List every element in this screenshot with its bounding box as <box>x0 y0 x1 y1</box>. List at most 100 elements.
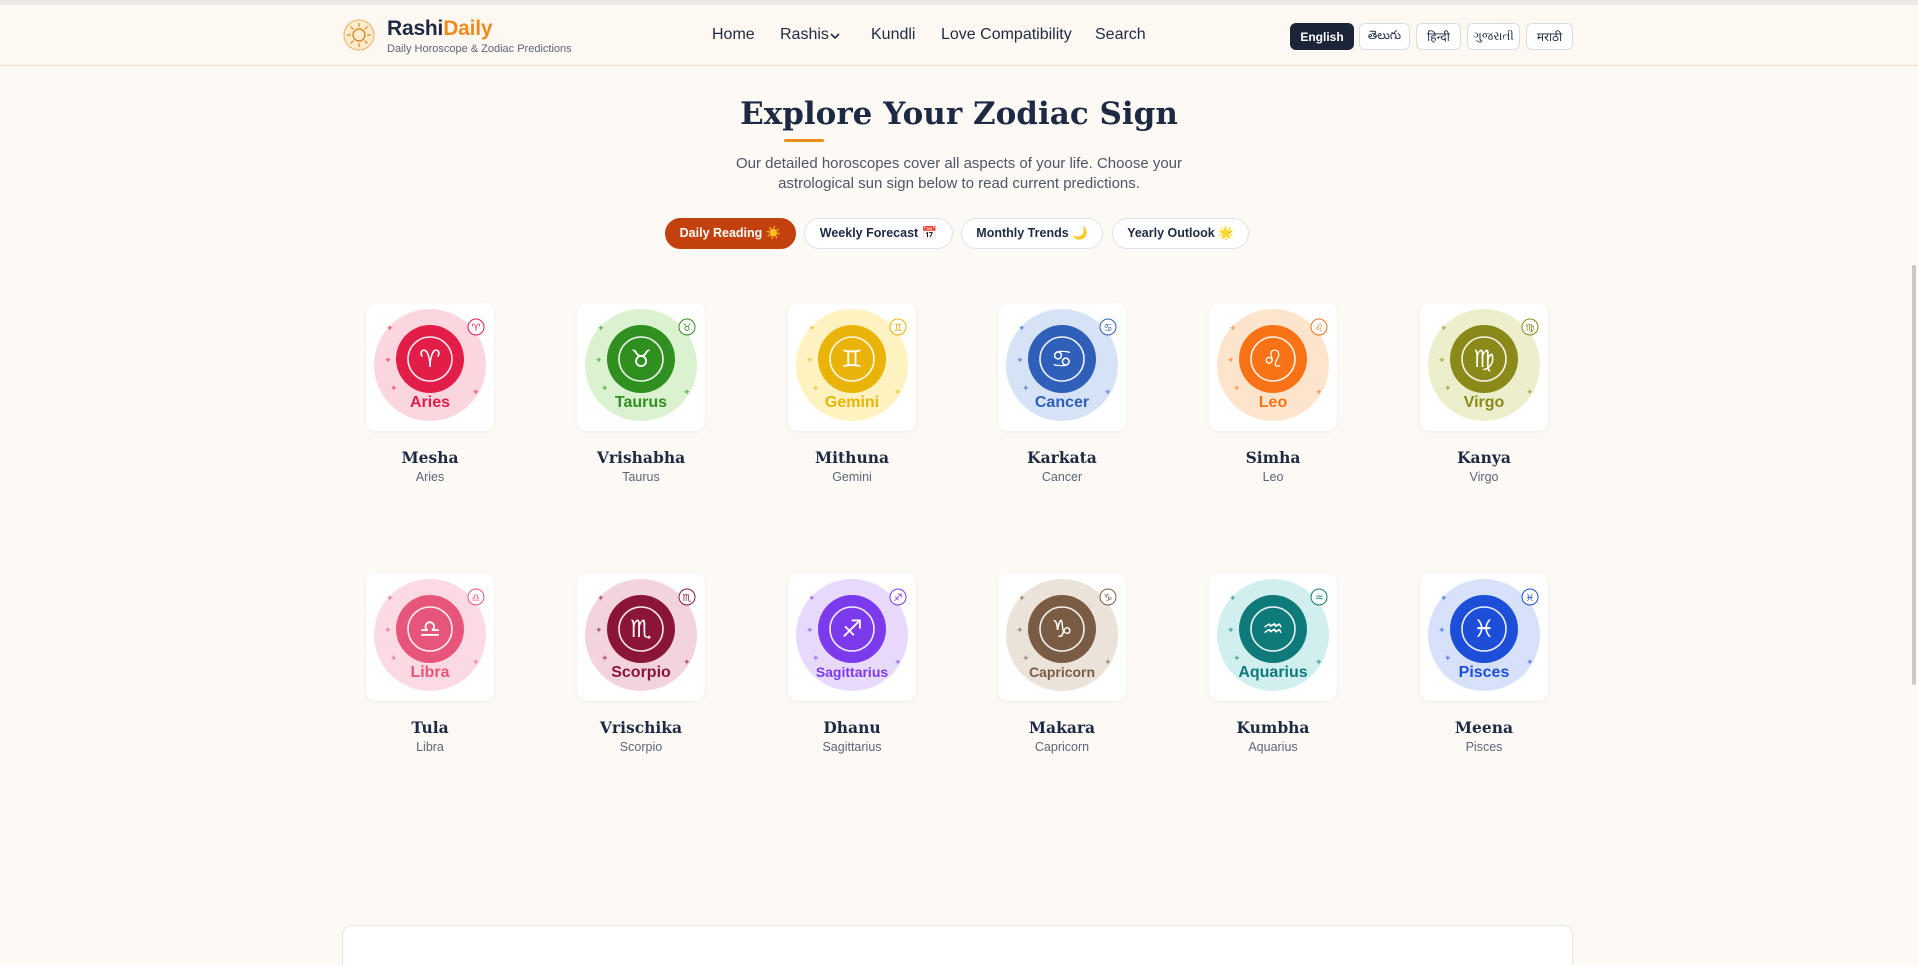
svg-text:✦: ✦ <box>812 654 820 664</box>
zodiac-card-capricorn[interactable]: ♑ ♑ Capricorn ✦ ✦ ✦ ✦ Makara Capricorn <box>986 573 1136 783</box>
svg-text:♉: ♉ <box>683 323 692 334</box>
zodiac-tile[interactable]: ♊ ♊ Gemini ✦ ✦ ✦ ✦ <box>788 303 916 431</box>
sign-english-name: Aquarius <box>1248 740 1298 754</box>
nav-search[interactable]: Search <box>1095 26 1146 44</box>
scales-icon: ♎ ♎ Libra ✦ ✦ ✦ ✦ <box>374 579 486 691</box>
water-bearer-icon: ♒♒Aquarius✦✦ ✦✦ <box>1217 579 1329 691</box>
lang-marathi[interactable]: मराठी <box>1526 23 1573 50</box>
zodiac-card-aquarius[interactable]: ♒ ♒ Aquarius ✦ ✦ ✦ ✦ Kumbha Aquarius <box>1197 573 1347 783</box>
zodiac-card-libra[interactable]: ♎ ♎ Libra ✦ ✦ ✦ ✦ Tula Libra <box>354 573 504 783</box>
sign-english-name: Taurus <box>622 470 660 484</box>
zodiac-tile[interactable]: ♑ ♑ Capricorn ✦ ✦ ✦ ✦ <box>998 573 1126 701</box>
zodiac-card-pisces[interactable]: ♓ ♓ Pisces ✦ ✦ ✦ ✦ Meena Pisces <box>1408 573 1558 783</box>
nav-home[interactable]: Home <box>712 26 755 44</box>
svg-text:Gemini: Gemini <box>825 394 879 411</box>
zodiac-card-gemini[interactable]: ♊ ♊ Gemini ✦ ✦ ✦ ✦ Mithuna Gemini <box>776 303 926 513</box>
svg-text:Leo: Leo <box>1259 394 1288 411</box>
zodiac-card-sagittarius[interactable]: ♐ ♐ Sagittarius ✦ ✦ ✦ ✦ Dhanu Sagittarius <box>776 573 926 783</box>
svg-text:♒: ♒ <box>1262 615 1284 643</box>
sign-name[interactable]: Kumbha <box>1197 718 1349 737</box>
scrollbar[interactable] <box>1912 265 1916 685</box>
sign-name[interactable]: Vrischika <box>565 718 717 737</box>
sign-name[interactable]: Simha <box>1197 448 1349 467</box>
sign-english-name: Virgo <box>1469 470 1499 484</box>
svg-text:♐: ♐ <box>841 615 863 643</box>
svg-text:✦: ✦ <box>1104 388 1112 398</box>
section-title: Explore Your Zodiac Sign <box>740 96 1178 132</box>
nav-kundli[interactable]: Kundli <box>871 26 915 44</box>
content-card <box>342 925 1573 965</box>
lang-english[interactable]: English <box>1290 23 1354 50</box>
filter-daily-reading[interactable]: Daily Reading ☀️ <box>665 218 796 249</box>
filter-yearly-outlook[interactable]: Yearly Outlook 🌟 <box>1112 218 1249 249</box>
zodiac-tile[interactable]: ♓ ♓ Pisces ✦ ✦ ✦ ✦ <box>1420 573 1548 701</box>
svg-text:♑: ♑ <box>1104 593 1113 604</box>
svg-text:✦: ✦ <box>601 654 609 664</box>
sign-name[interactable]: Kanya <box>1408 448 1560 467</box>
svg-text:✦: ✦ <box>1526 658 1534 668</box>
zodiac-card-aries[interactable]: ♈ ♈ Aries ✦ ✦ ✦ ✦ Mesha Aries <box>354 303 504 513</box>
svg-text:Scorpio: Scorpio <box>611 664 671 681</box>
svg-text:✦: ✦ <box>472 658 480 668</box>
zodiac-card-leo[interactable]: ♌ ♌ Leo ✦ ✦ ✦ ✦ Simha Leo <box>1197 303 1347 513</box>
nav-love-compatibility[interactable]: Love Compatibility <box>941 26 1072 44</box>
sign-name[interactable]: Makara <box>986 718 1138 737</box>
ram-icon: ♈ ♈ Aries ✦ ✦ ✦ ✦ <box>374 309 486 421</box>
zodiac-tile[interactable]: ♈ ♈ Aries ✦ ✦ ✦ ✦ <box>366 303 494 431</box>
svg-text:✦: ✦ <box>1233 654 1241 664</box>
zodiac-card-scorpio[interactable]: ♏ ♏ Scorpio ✦ ✦ ✦ ✦ Vrischika Scorpio <box>565 573 715 783</box>
sign-name[interactable]: Karkata <box>986 448 1138 467</box>
sign-name[interactable]: Tula <box>354 718 506 737</box>
sign-name[interactable]: Vrishabha <box>565 448 717 467</box>
zodiac-tile[interactable]: ♍ ♍ Virgo ✦ ✦ ✦ ✦ <box>1420 303 1548 431</box>
sun-logo-icon[interactable] <box>343 19 375 51</box>
sign-name[interactable]: Meena <box>1408 718 1560 737</box>
zodiac-tile[interactable]: ♌ ♌ Leo ✦ ✦ ✦ ✦ <box>1209 303 1337 431</box>
zodiac-card-virgo[interactable]: ♍ ♍ Virgo ✦ ✦ ✦ ✦ Kanya Virgo <box>1408 303 1558 513</box>
filter-monthly-trends[interactable]: Monthly Trends 🌙 <box>961 218 1103 249</box>
zodiac-tile[interactable]: ♉ ♉ Taurus ✦ ✦ ✦ ✦ <box>577 303 705 431</box>
svg-text:✦: ✦ <box>1104 658 1112 668</box>
zodiac-tile[interactable]: ♒ ♒ Aquarius ✦ ✦ ✦ ✦ <box>1209 573 1337 701</box>
svg-text:✦: ✦ <box>472 388 480 398</box>
svg-text:✦: ✦ <box>1229 324 1237 334</box>
crab-icon: ♋ ♋ Cancer ✦ ✦ ✦ ✦ <box>1006 309 1118 421</box>
zodiac-tile[interactable]: ♋ ♋ Cancer ✦ ✦ ✦ ✦ <box>998 303 1126 431</box>
sign-english-name: Gemini <box>832 470 872 484</box>
brand-name[interactable]: RashiDaily <box>387 17 493 41</box>
svg-text:Cancer: Cancer <box>1035 394 1089 411</box>
section-subtitle: Our detailed horoscopes cover all aspect… <box>735 155 1183 192</box>
zodiac-card-taurus[interactable]: ♉ ♉ Taurus ✦ ✦ ✦ ✦ Vrishabha Taurus <box>565 303 715 513</box>
svg-text:✦: ✦ <box>386 594 394 604</box>
svg-text:♍: ♍ <box>1473 345 1495 373</box>
sign-name[interactable]: Mithuna <box>776 448 928 467</box>
svg-text:♓: ♓ <box>1473 615 1495 643</box>
svg-text:♏: ♏ <box>630 615 652 643</box>
sign-name[interactable]: Dhanu <box>776 718 928 737</box>
svg-text:Taurus: Taurus <box>615 394 667 411</box>
nav-rashis[interactable]: Rashis <box>780 26 829 44</box>
sign-english-name: Pisces <box>1465 740 1503 754</box>
svg-text:♊: ♊ <box>894 323 903 334</box>
sign-name[interactable]: Mesha <box>354 448 506 467</box>
zodiac-tile[interactable]: ♎ ♎ Libra ✦ ✦ ✦ ✦ <box>366 573 494 701</box>
title-underline <box>784 139 824 142</box>
svg-text:✦: ✦ <box>1022 384 1030 394</box>
svg-text:♐: ♐ <box>894 593 903 604</box>
lang-telugu[interactable]: తెలుగు <box>1359 23 1410 50</box>
zodiac-card-cancer[interactable]: ♋ ♋ Cancer ✦ ✦ ✦ ✦ Karkata Cancer <box>986 303 1136 513</box>
brand-name-part1: Rashi <box>387 17 444 40</box>
svg-text:Sagittarius: Sagittarius <box>816 664 889 680</box>
svg-text:♋: ♋ <box>1104 323 1113 334</box>
sign-english-name: Capricorn <box>1034 740 1090 754</box>
zodiac-tile[interactable]: ♐ ♐ Sagittarius ✦ ✦ ✦ ✦ <box>788 573 916 701</box>
lang-hindi[interactable]: हिन्दी <box>1416 23 1461 50</box>
chevron-down-icon[interactable] <box>829 30 841 42</box>
filter-weekly-forecast[interactable]: Weekly Forecast 📅 <box>804 218 953 249</box>
svg-text:✦: ✦ <box>595 626 603 636</box>
zodiac-tile[interactable]: ♏ ♏ Scorpio ✦ ✦ ✦ ✦ <box>577 573 705 701</box>
svg-text:♏: ♏ <box>683 593 692 604</box>
lang-gujarati[interactable]: ગુજરાતી <box>1467 23 1520 50</box>
svg-text:✦: ✦ <box>601 384 609 394</box>
svg-text:✦: ✦ <box>595 356 603 366</box>
